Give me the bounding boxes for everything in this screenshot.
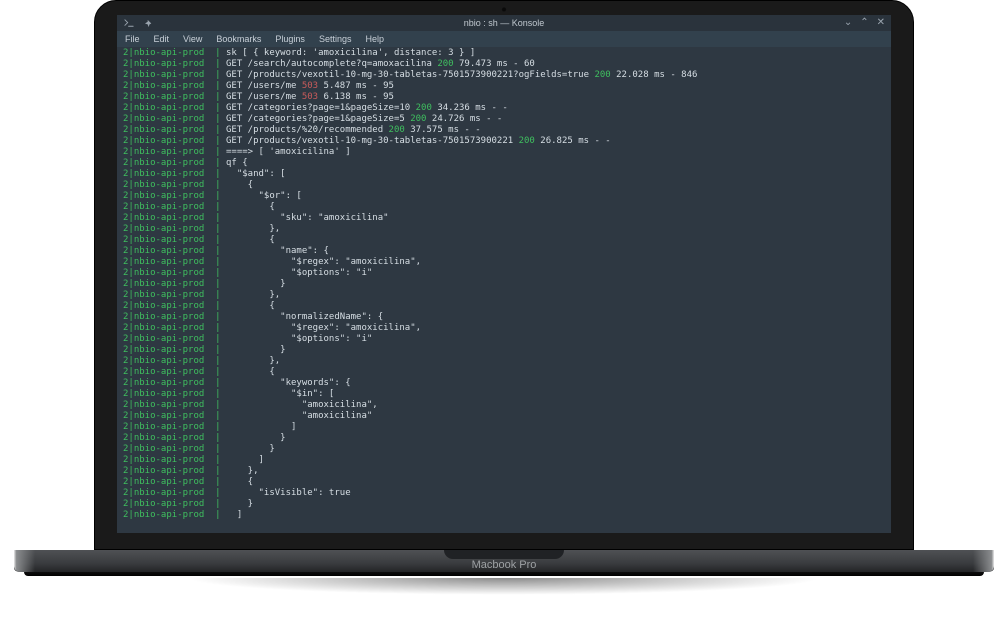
menu-plugins[interactable]: Plugins [275, 34, 305, 44]
terminal-line: 2|nbio-api-prod | "sku": "amoxicilina" [123, 213, 885, 224]
close-icon[interactable]: ✕ [877, 18, 885, 28]
terminal-line: 2|nbio-api-prod | GET /products/%20/reco… [123, 125, 885, 136]
terminal-line: 2|nbio-api-prod | ] [123, 422, 885, 433]
trackpad-notch [444, 550, 564, 559]
laptop-base-top: Macbook Pro [14, 550, 994, 572]
terminal-line: 2|nbio-api-prod | GET /products/vexotil-… [123, 70, 885, 81]
window-title: nbio : sh — Konsole [464, 18, 545, 28]
terminal-line: 2|nbio-api-prod | "keywords": { [123, 378, 885, 389]
terminal-line: 2|nbio-api-prod | "amoxicilina", [123, 400, 885, 411]
menu-settings[interactable]: Settings [319, 34, 352, 44]
window-titlebar[interactable]: nbio : sh — Konsole ⌄ ⌃ ✕ [117, 15, 891, 31]
terminal-line: 2|nbio-api-prod | }, [123, 356, 885, 367]
terminal-line: 2|nbio-api-prod | "$and": [ [123, 169, 885, 180]
terminal-line: 2|nbio-api-prod | "$options": "i" [123, 334, 885, 345]
terminal-line: 2|nbio-api-prod | "$or": [ [123, 191, 885, 202]
terminal-line: 2|nbio-api-prod | qf { [123, 158, 885, 169]
pin-icon[interactable] [143, 17, 155, 29]
terminal-line: 2|nbio-api-prod | GET /products/vexotil-… [123, 136, 885, 147]
menu-view[interactable]: View [183, 34, 202, 44]
terminal-output[interactable]: 2|nbio-api-prod | sk [ { keyword: 'amoxi… [117, 47, 891, 522]
terminal-line: 2|nbio-api-prod | ] [123, 510, 885, 521]
terminal-line: 2|nbio-api-prod | GET /users/me 503 6.13… [123, 92, 885, 103]
menu-file[interactable]: File [125, 34, 140, 44]
screen-content: nbio : sh — Konsole ⌄ ⌃ ✕ File Edit View… [117, 15, 891, 533]
terminal-line: 2|nbio-api-prod | GET /categories?page=1… [123, 114, 885, 125]
terminal-line: 2|nbio-api-prod | { [123, 202, 885, 213]
menu-help[interactable]: Help [365, 34, 384, 44]
terminal-line: 2|nbio-api-prod | }, [123, 290, 885, 301]
terminal-line: 2|nbio-api-prod | "isVisible": true [123, 488, 885, 499]
terminal-line: 2|nbio-api-prod | }, [123, 466, 885, 477]
terminal-line: 2|nbio-api-prod | GET /categories?page=1… [123, 103, 885, 114]
laptop-shadow [54, 578, 954, 618]
terminal-line: 2|nbio-api-prod | GET /search/autocomple… [123, 59, 885, 70]
terminal-line: 2|nbio-api-prod | { [123, 477, 885, 488]
terminal-line: 2|nbio-api-prod | "normalizedName": { [123, 312, 885, 323]
terminal-line: 2|nbio-api-prod | sk [ { keyword: 'amoxi… [123, 48, 885, 59]
laptop-mockup: nbio : sh — Konsole ⌄ ⌃ ✕ File Edit View… [94, 0, 914, 618]
terminal-line: 2|nbio-api-prod | { [123, 180, 885, 191]
terminal-line: 2|nbio-api-prod | GET /users/me 503 5.48… [123, 81, 885, 92]
terminal-line: 2|nbio-api-prod | "amoxicilina" [123, 411, 885, 422]
menu-bar: File Edit View Bookmarks Plugins Setting… [117, 31, 891, 47]
camera-dot [502, 7, 507, 12]
terminal-line: 2|nbio-api-prod | { [123, 301, 885, 312]
terminal-line: 2|nbio-api-prod | ] [123, 455, 885, 466]
terminal-icon [123, 17, 135, 29]
minimize-icon[interactable]: ⌄ [844, 18, 852, 28]
terminal-line: 2|nbio-api-prod | } [123, 279, 885, 290]
terminal-line: 2|nbio-api-prod | "$options": "i" [123, 268, 885, 279]
terminal-line: 2|nbio-api-prod | } [123, 499, 885, 510]
laptop-base-under [24, 572, 984, 576]
terminal-line: 2|nbio-api-prod | "name": { [123, 246, 885, 257]
maximize-icon[interactable]: ⌃ [860, 18, 868, 28]
terminal-line: 2|nbio-api-prod | "$regex": "amoxicilina… [123, 257, 885, 268]
terminal-line: 2|nbio-api-prod | ====> [ 'amoxicilina' … [123, 147, 885, 158]
terminal-line: 2|nbio-api-prod | } [123, 433, 885, 444]
terminal-line: 2|nbio-api-prod | "$regex": "amoxicilina… [123, 323, 885, 334]
laptop-base: Macbook Pro [94, 550, 914, 618]
terminal-line: 2|nbio-api-prod | { [123, 235, 885, 246]
screen-bezel: nbio : sh — Konsole ⌄ ⌃ ✕ File Edit View… [94, 0, 914, 550]
laptop-label: Macbook Pro [472, 559, 537, 571]
menu-edit[interactable]: Edit [154, 34, 170, 44]
terminal-line: 2|nbio-api-prod | }, [123, 224, 885, 235]
terminal-line: 2|nbio-api-prod | { [123, 367, 885, 378]
menu-bookmarks[interactable]: Bookmarks [216, 34, 261, 44]
terminal-line: 2|nbio-api-prod | } [123, 444, 885, 455]
terminal-line: 2|nbio-api-prod | "$in": [ [123, 389, 885, 400]
terminal-line: 2|nbio-api-prod | } [123, 345, 885, 356]
